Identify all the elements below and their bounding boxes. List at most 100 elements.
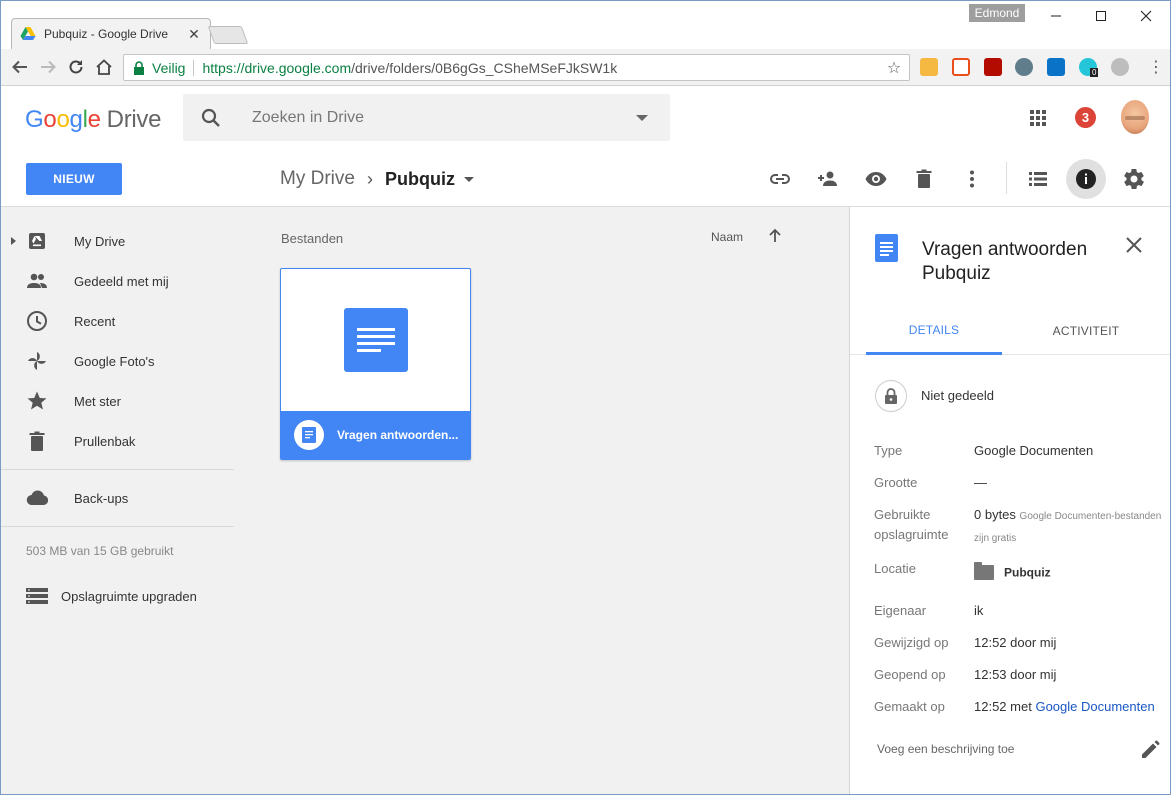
close-window-button[interactable] xyxy=(1124,3,1168,29)
search-icon[interactable] xyxy=(200,107,222,129)
tab-close-icon[interactable]: ✕ xyxy=(186,26,202,43)
home-button[interactable] xyxy=(92,55,116,79)
reload-button[interactable] xyxy=(64,55,88,79)
new-button[interactable]: NIEUW xyxy=(26,163,122,195)
upgrade-storage-link[interactable]: Opslagruimte upgraden xyxy=(26,584,197,608)
sidebar-item-trash[interactable]: Prullenbak xyxy=(1,421,234,461)
file-name: Vragen antwoorden... xyxy=(337,428,459,442)
extension-eye-icon[interactable] xyxy=(1015,58,1033,76)
expand-arrow-icon[interactable] xyxy=(11,237,16,245)
trash-icon xyxy=(916,169,932,188)
minimize-button[interactable] xyxy=(1034,3,1078,29)
sidebar-item-starred[interactable]: Met ster xyxy=(1,381,234,421)
prop-owner-label: Eigenaar xyxy=(874,603,927,618)
prop-storage-value: 0 bytes Google Documenten-bestanden zijn… xyxy=(974,507,1162,544)
extension-ghost-icon[interactable]: 0 xyxy=(1079,58,1099,77)
sidebar-item-label: My Drive xyxy=(74,233,126,249)
browser-tab[interactable]: Pubquiz - Google Drive ✕ xyxy=(11,18,211,49)
document-thumbnail-icon xyxy=(344,308,408,372)
apps-grid-icon[interactable] xyxy=(1028,108,1048,128)
description-input[interactable]: Voeg een beschrijving toe xyxy=(877,742,1014,756)
sidebar-item-my-drive[interactable]: My Drive xyxy=(1,221,234,261)
maximize-button[interactable] xyxy=(1079,3,1123,29)
prop-created-value: 12:52 met Google Documenten xyxy=(974,699,1155,714)
extension-notes-icon[interactable] xyxy=(920,58,938,76)
docs-icon xyxy=(875,234,898,262)
browser-menu-icon[interactable]: ⋮ xyxy=(1146,57,1166,77)
bookmark-star-icon[interactable]: ☆ xyxy=(883,58,905,78)
secure-label: Veilig xyxy=(152,59,186,76)
breadcrumb: My Drive › Pubquiz xyxy=(280,166,474,192)
people-icon xyxy=(26,270,48,292)
more-actions-button[interactable] xyxy=(959,166,985,192)
browser-window: Pubquiz - Google Drive ✕ Edmond Veilig h… xyxy=(0,0,1171,795)
search-input[interactable] xyxy=(252,108,612,127)
sidebar-item-backups[interactable]: Back-ups xyxy=(1,478,234,518)
avatar[interactable] xyxy=(1121,100,1149,134)
folder-menu-dropdown-icon[interactable] xyxy=(463,176,474,182)
sidebar-item-label: Back-ups xyxy=(74,490,129,506)
upgrade-storage-label: Opslagruimte upgraden xyxy=(61,588,197,604)
google-drive-icon xyxy=(20,27,36,40)
gear-icon xyxy=(1124,168,1144,190)
forward-button[interactable] xyxy=(36,55,60,79)
extension-cloud-icon[interactable] xyxy=(1111,58,1129,76)
url-text: https://drive.google.com/drive/folders/0… xyxy=(202,60,883,76)
sidebar-item-label: Met ster xyxy=(74,393,121,409)
prop-location-value[interactable]: Pubquiz xyxy=(974,562,1164,583)
sharing-status: Niet gedeeld xyxy=(921,388,994,403)
google-drive-logo[interactable]: Google Drive xyxy=(25,106,161,134)
sidebar-item-google-photos[interactable]: Google Foto's xyxy=(1,341,234,381)
sidebar-item-label: Gedeeld met mij xyxy=(74,273,169,289)
add-person-icon xyxy=(818,171,837,186)
prop-location-label: Locatie xyxy=(874,561,916,576)
breadcrumb-current-folder[interactable]: Pubquiz xyxy=(385,169,455,190)
reload-icon xyxy=(69,60,83,74)
more-vert-icon xyxy=(970,170,974,188)
list-view-button[interactable] xyxy=(1025,166,1051,192)
delete-button[interactable] xyxy=(911,166,937,192)
tab-details[interactable]: DETAILS xyxy=(866,307,1002,355)
notifications-badge[interactable]: 3 xyxy=(1075,107,1096,128)
storage-usage-text: 503 MB van 15 GB gebruikt xyxy=(26,544,174,558)
pencil-icon[interactable] xyxy=(1139,739,1161,761)
sidebar-item-recent[interactable]: Recent xyxy=(1,301,234,341)
settings-button[interactable] xyxy=(1121,166,1147,192)
file-card[interactable]: Vragen antwoorden... xyxy=(280,268,471,460)
back-button[interactable] xyxy=(8,55,32,79)
prop-size-value: — xyxy=(974,475,987,490)
extension-office-icon[interactable] xyxy=(952,58,970,76)
prop-owner-value: ik xyxy=(974,603,984,618)
extension-pdf-icon[interactable] xyxy=(984,58,1002,76)
address-bar[interactable]: Veilig https://drive.google.com/drive/fo… xyxy=(123,54,910,81)
google-docs-link[interactable]: Google Documenten xyxy=(1035,699,1154,714)
prop-modified-value: 12:52 door mij xyxy=(974,635,1057,650)
files-section-header: Bestanden xyxy=(281,231,344,246)
tab-activity[interactable]: ACTIVITEIT xyxy=(1018,307,1154,355)
extension-s-icon[interactable] xyxy=(1047,58,1065,76)
prop-type-label: Type xyxy=(874,443,903,458)
sidebar-item-shared[interactable]: Gedeeld met mij xyxy=(1,261,234,301)
get-link-button[interactable] xyxy=(767,166,793,192)
share-button[interactable] xyxy=(815,166,841,192)
my-drive-icon xyxy=(26,230,48,252)
extension-badge: 0 xyxy=(1090,68,1099,77)
details-toggle-button[interactable] xyxy=(1066,159,1106,199)
breadcrumb-my-drive[interactable]: My Drive xyxy=(280,168,355,190)
sidebar-item-label: Recent xyxy=(74,313,116,329)
drive-header: GoogleDrive 3 NIEUW My Drive › Pubquiz xyxy=(1,86,1170,207)
arrow-up-icon[interactable] xyxy=(766,227,784,245)
browser-toolbar: Veilig https://drive.google.com/drive/fo… xyxy=(1,49,1170,86)
sidebar-item-label: Prullenbak xyxy=(74,433,136,449)
home-icon xyxy=(96,59,112,75)
close-icon[interactable] xyxy=(1124,235,1144,255)
new-tab-button[interactable] xyxy=(207,26,249,44)
file-list-area: Bestanden Naam Vragen antwoorden... xyxy=(261,207,849,794)
search-options-dropdown-icon[interactable] xyxy=(636,114,648,121)
sort-by-name-button[interactable]: Naam xyxy=(711,230,743,244)
close-icon xyxy=(1140,10,1152,22)
docs-icon xyxy=(294,420,324,450)
list-view-icon xyxy=(1029,172,1047,186)
profile-badge[interactable]: Edmond xyxy=(969,4,1025,22)
preview-button[interactable] xyxy=(863,166,889,192)
